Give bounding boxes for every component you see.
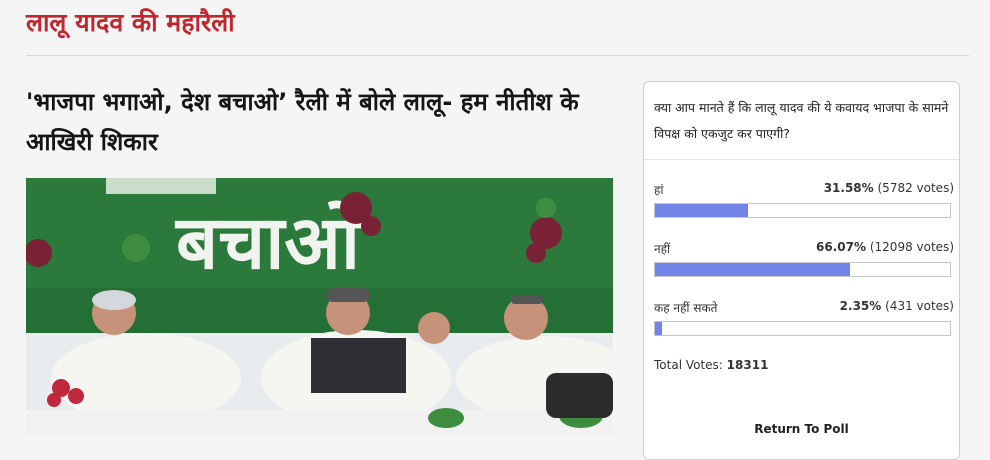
poll-option-percent: 2.35% — [839, 299, 882, 313]
poll-result-bar — [654, 262, 951, 277]
total-votes-label: Total Votes: — [654, 358, 723, 372]
total-votes-value: 18311 — [726, 358, 769, 372]
poll-option-votes: (431 votes) — [885, 299, 954, 313]
poll-option-votes: (12098 votes) — [869, 240, 954, 254]
poll-option-stats: 2.35% (431 votes) — [840, 299, 954, 313]
return-to-poll-link[interactable]: Return To Poll — [644, 422, 959, 436]
poll-question: क्या आप मानते हैं कि लालू यादव की ये कवा… — [654, 100, 949, 141]
rally-photo-illustration: बचाओ — [26, 178, 613, 436]
poll-result-fill — [655, 322, 662, 335]
poll-option-label: कह नहीं सकते — [654, 301, 718, 315]
article-headline[interactable]: 'भाजपा भगाओ, देश बचाओ’ रैली में बोले लाल… — [26, 82, 616, 162]
poll-option-stats: 66.07% (12098 votes) — [816, 240, 954, 254]
poll-option-percent: 66.07% — [816, 240, 867, 254]
poll-option-yes: हां 31.58% (5782 votes) — [654, 181, 954, 221]
poll-result-fill — [655, 263, 850, 276]
poll-result-bar — [654, 321, 951, 336]
poll-result-bar — [654, 203, 951, 218]
total-votes: Total Votes: 18311 — [654, 358, 768, 372]
poll-option-cant-say: कह नहीं सकते 2.35% (431 votes) — [654, 299, 954, 339]
poll-result-fill — [655, 204, 749, 217]
poll-widget: क्या आप मानते हैं कि लालू यादव की ये कवा… — [643, 81, 960, 460]
poll-option-no: नहीं 66.07% (12098 votes) — [654, 240, 954, 280]
banner-text: बचाओ — [174, 200, 362, 286]
article-photo[interactable]: बचाओ — [26, 178, 613, 436]
poll-option-label: हां — [654, 183, 664, 197]
poll-divider — [644, 159, 959, 160]
poll-option-label: नहीं — [654, 242, 671, 256]
section-divider — [26, 55, 969, 56]
poll-option-votes: (5782 votes) — [877, 181, 955, 195]
poll-option-percent: 31.58% — [823, 181, 874, 195]
poll-option-stats: 31.58% (5782 votes) — [824, 181, 954, 195]
section-title: लालू यादव की महारैली — [26, 8, 235, 37]
